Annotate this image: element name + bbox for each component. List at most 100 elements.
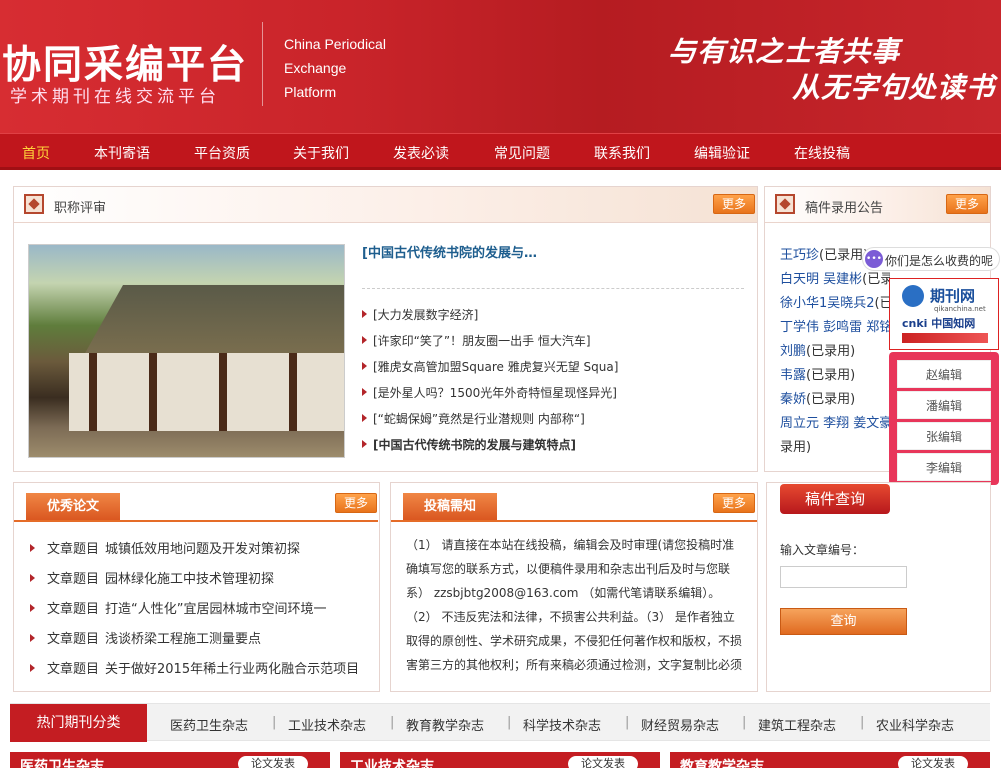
separator: | bbox=[390, 715, 395, 730]
main-nav: 首页 本刊寄语 平台资质 关于我们 发表必读 常见问题 联系我们 编辑验证 在线… bbox=[0, 133, 1001, 170]
nav-about[interactable]: 关于我们 bbox=[293, 143, 349, 163]
arrow-icon bbox=[362, 440, 367, 448]
arrow-icon bbox=[30, 664, 35, 672]
paper-item[interactable]: 文章题目 浅谈桥梁工程施工测量要点 bbox=[30, 628, 366, 647]
arrow-icon bbox=[362, 362, 367, 370]
nav-must-read[interactable]: 发表必读 bbox=[393, 143, 449, 163]
notice-names[interactable]: 秦娇 bbox=[780, 392, 806, 407]
notice-names[interactable]: 白天明 吴建彬 bbox=[780, 272, 862, 287]
news-link[interactable]: [是外星人吗？1500光年外奇特恒星现怪异光] bbox=[373, 386, 617, 400]
section-pill-button[interactable]: 论文发表 bbox=[568, 756, 638, 768]
arrow-icon bbox=[362, 414, 367, 422]
photo-post bbox=[149, 353, 157, 431]
nav-faq[interactable]: 常见问题 bbox=[494, 143, 550, 163]
more-button[interactable]: 更多 bbox=[713, 493, 755, 513]
separator: | bbox=[742, 715, 747, 730]
more-button[interactable]: 更多 bbox=[946, 194, 988, 214]
notice-item[interactable]: 录用) bbox=[780, 436, 890, 455]
category-agriculture[interactable]: 农业科学杂志 bbox=[876, 715, 954, 734]
nav-editor-message[interactable]: 本刊寄语 bbox=[94, 143, 150, 163]
notice-names[interactable]: 王巧珍 bbox=[780, 248, 819, 263]
notice-item[interactable]: 刘鹏(已录用) bbox=[780, 340, 890, 359]
arrow-icon bbox=[30, 634, 35, 642]
news-item[interactable]: [中国古代传统书院的发展与建筑特点] bbox=[362, 436, 752, 453]
bottom-section-medical: 医药卫生杂志 论文发表 bbox=[10, 752, 330, 768]
nav-qualification[interactable]: 平台资质 bbox=[194, 143, 250, 163]
news-item[interactable]: [雅虎女高管加盟Square 雅虎复兴无望 Squa] bbox=[362, 358, 752, 375]
paper-title-link[interactable]: 城镇低效用地问题及开发对策初探 bbox=[105, 542, 300, 557]
news-item[interactable]: [“蛇蝎保姆”竟然是行业潜规则 内部称“] bbox=[362, 410, 752, 427]
paper-title-link[interactable]: 园林绿化施工中技术管理初探 bbox=[105, 572, 274, 587]
notice-names[interactable]: 丁学伟 彭鸣雷 郑铭 bbox=[780, 320, 890, 335]
category-industry[interactable]: 工业技术杂志 bbox=[288, 715, 366, 734]
news-link[interactable]: [许家印“笑了”！朋友圈一出手 恒大汽车] bbox=[373, 334, 591, 348]
photo-hall bbox=[69, 353, 344, 431]
bottom-section-education: 教育教学杂志 论文发表 bbox=[670, 752, 990, 768]
news-link[interactable]: [大力发展数字经济] bbox=[373, 308, 478, 322]
news-link[interactable]: [“蛇蝎保姆”竟然是行业潜规则 内部称“] bbox=[373, 412, 585, 426]
category-finance[interactable]: 财经贸易杂志 bbox=[641, 715, 719, 734]
nav-home[interactable]: 首页 bbox=[22, 143, 50, 163]
section-pill-button[interactable]: 论文发表 bbox=[238, 756, 308, 768]
news-item[interactable]: [大力发展数字经济] bbox=[362, 306, 752, 323]
paper-item[interactable]: 文章题目 园林绿化施工中技术管理初探 bbox=[30, 568, 366, 587]
category-education[interactable]: 教育教学杂志 bbox=[406, 715, 484, 734]
notice-status: (已录用) bbox=[874, 296, 890, 311]
more-button[interactable]: 更多 bbox=[335, 493, 377, 513]
editor-pan-button[interactable]: 潘编辑 bbox=[897, 391, 991, 419]
paper-title-link[interactable]: 打造“人性化”宜居园林城市空间环境一 bbox=[105, 602, 326, 617]
paper-item[interactable]: 文章题目 关于做好2015年稀土行业两化融合示范项目 bbox=[30, 658, 366, 677]
editor-zhang-button[interactable]: 张编辑 bbox=[897, 422, 991, 450]
notice-item[interactable]: 徐小华1吴晓兵2(已录用) bbox=[780, 292, 890, 311]
arrow-icon bbox=[362, 336, 367, 344]
paper-title-link[interactable]: 关于做好2015年稀土行业两化融合示范项目 bbox=[105, 662, 359, 677]
section-pill-button[interactable]: 论文发表 bbox=[898, 756, 968, 768]
featured-photo[interactable] bbox=[28, 244, 345, 458]
chat-bubble[interactable]: ••• 你们是怎么收费的呢 bbox=[862, 247, 1000, 271]
notice-status: (已录用) bbox=[819, 248, 869, 263]
article-number-input[interactable] bbox=[780, 566, 907, 588]
notice-names[interactable]: 韦露 bbox=[780, 368, 806, 383]
news-link[interactable]: [雅虎女高管加盟Square 雅虎复兴无望 Squa] bbox=[373, 360, 618, 374]
paper-item[interactable]: 文章题目 城镇低效用地问题及开发对策初探 bbox=[30, 538, 366, 557]
tab-underline bbox=[391, 520, 757, 522]
category-science[interactable]: 科学技术杂志 bbox=[523, 715, 601, 734]
paper-label: 文章题目 bbox=[47, 602, 100, 617]
section-title: 教育教学杂志 bbox=[680, 759, 764, 768]
notice-names[interactable]: 徐小华1吴晓兵2 bbox=[780, 296, 875, 311]
category-bar: 热门期刊分类 医药卫生杂志 | 工业技术杂志 | 教育教学杂志 | 科学技术杂志… bbox=[10, 703, 990, 742]
separator: | bbox=[507, 715, 512, 730]
editor-li-button[interactable]: 李编辑 bbox=[897, 453, 991, 481]
paper-title-link[interactable]: 浅谈桥梁工程施工测量要点 bbox=[105, 632, 261, 647]
news-item[interactable]: [许家印“笑了”！朋友圈一出手 恒大汽车] bbox=[362, 332, 752, 349]
query-button[interactable]: 查询 bbox=[780, 608, 907, 635]
featured-headline-link[interactable]: [中国古代传统书院的发展与… bbox=[362, 242, 537, 261]
partner-logos[interactable]: 期刊网 qikanchina.net cnki 中国知网 bbox=[889, 278, 999, 350]
notice-item[interactable]: 秦娇(已录用) bbox=[780, 388, 890, 407]
notice-item[interactable]: 周立元 李翔 姜文豪 bbox=[780, 412, 890, 431]
logo-subtitle: 学术期刊在线交流平台 bbox=[10, 87, 220, 107]
nav-editor-verify[interactable]: 编辑验证 bbox=[694, 143, 750, 163]
paper-item[interactable]: 文章题目 打造“人性化”宜居园林城市空间环境一 bbox=[30, 598, 366, 617]
notice-item[interactable]: 韦露(已录用) bbox=[780, 364, 890, 383]
nav-contact[interactable]: 联系我们 bbox=[594, 143, 650, 163]
cnki-logo: cnki 中国知网 bbox=[902, 317, 976, 330]
nav-submit-online[interactable]: 在线投稿 bbox=[794, 143, 850, 163]
photo-post bbox=[219, 353, 227, 431]
category-medical[interactable]: 医药卫生杂志 bbox=[170, 715, 248, 734]
notice-item[interactable]: 丁学伟 彭鸣雷 郑铭 bbox=[780, 316, 890, 335]
notice-names[interactable]: 周立元 李翔 姜文豪 bbox=[780, 416, 890, 431]
bottom-section-industry: 工业技术杂志 论文发表 bbox=[340, 752, 660, 768]
news-link[interactable]: [中国古代传统书院的发展与建筑特点] bbox=[373, 438, 576, 452]
submission-guide-text: （1） 请直接在本站在线投稿，编辑会及时审理(请您投稿时准确填写您的联系方式，以… bbox=[406, 538, 743, 672]
tab-underline bbox=[14, 520, 378, 522]
chat-text[interactable]: 你们是怎么收费的呢 bbox=[885, 252, 993, 269]
panel-tab-title: 优秀论文 bbox=[26, 493, 120, 521]
category-construction[interactable]: 建筑工程杂志 bbox=[758, 715, 836, 734]
photo-post bbox=[289, 353, 297, 431]
more-button[interactable]: 更多 bbox=[713, 194, 755, 214]
section-title: 医药卫生杂志 bbox=[20, 759, 104, 768]
news-item[interactable]: [是外星人吗？1500光年外奇特恒星现怪异光] bbox=[362, 384, 752, 401]
editor-zhao-button[interactable]: 赵编辑 bbox=[897, 360, 991, 388]
notice-names[interactable]: 刘鹏 bbox=[780, 344, 806, 359]
